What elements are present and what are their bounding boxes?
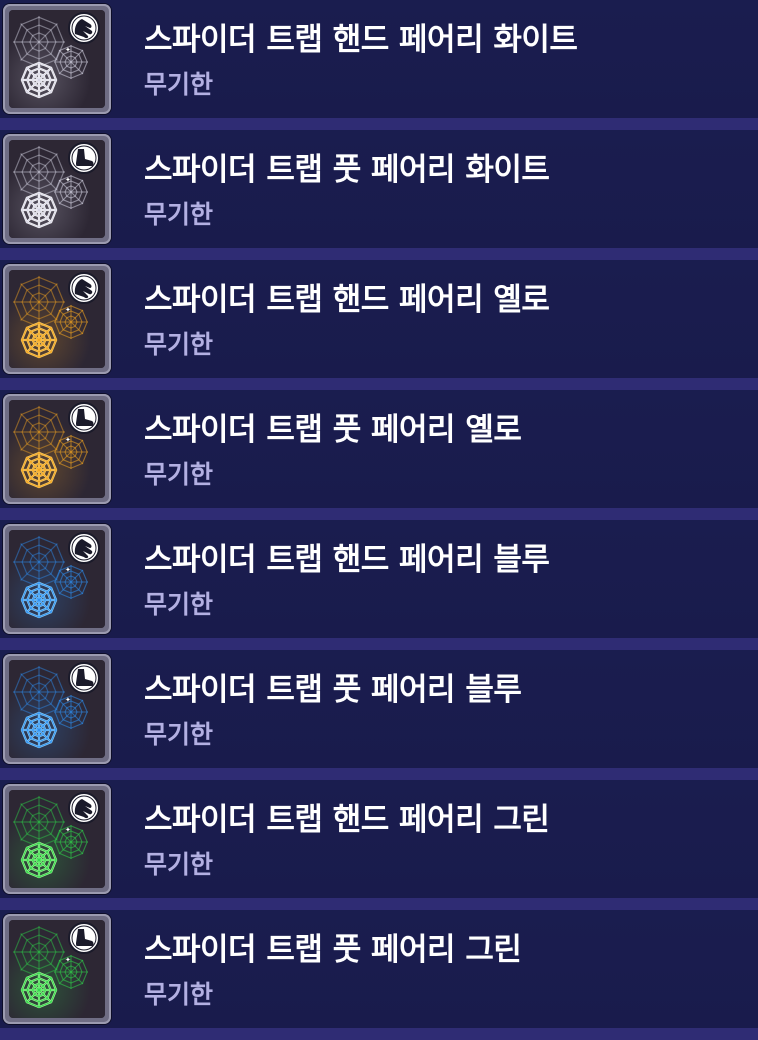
item-duration: 무기한 — [144, 200, 214, 229]
item-name: 스파이더 트랩 핸드 페어리 블루 — [144, 542, 550, 578]
item-icon-frame: ✦ — [3, 264, 111, 374]
item-name: 스파이더 트랩 핸드 페어리 그린 — [144, 802, 550, 838]
item-row[interactable]: ✦ 스파이더 트랩 풋 페어리 블루 무기한 — [0, 650, 758, 780]
item-row[interactable]: ✦ 스파이더 트랩 핸드 페어리 그린 무기한 — [0, 780, 758, 910]
svg-text:✦: ✦ — [65, 826, 71, 834]
item-duration: 무기한 — [144, 330, 214, 359]
spider-web-foot-icon: ✦ — [9, 660, 105, 758]
spider-web-foot-icon: ✦ — [9, 920, 105, 1018]
item-icon-frame: ✦ — [3, 784, 111, 894]
spider-web-hand-icon: ✦ — [9, 530, 105, 628]
svg-text:✦: ✦ — [65, 696, 71, 704]
item-row[interactable]: ✦ 스파이더 트랩 핸드 페어리 옐로 무기한 — [0, 260, 758, 390]
svg-text:✦: ✦ — [65, 306, 71, 314]
spider-web-foot-icon: ✦ — [9, 140, 105, 238]
item-name: 스파이더 트랩 핸드 페어리 옐로 — [144, 282, 550, 318]
item-duration: 무기한 — [144, 850, 214, 879]
item-name: 스파이더 트랩 풋 페어리 그린 — [144, 932, 522, 968]
svg-text:✦: ✦ — [65, 176, 71, 184]
item-list: ✦ 스파이더 트랩 핸드 페어리 화이트 무기한 ✦ 스파이더 트랩 풋 페어리… — [0, 0, 758, 1040]
item-icon-frame: ✦ — [3, 134, 111, 244]
item-duration: 무기한 — [144, 70, 214, 99]
item-row[interactable]: ✦ 스파이더 트랩 풋 페어리 그린 무기한 — [0, 910, 758, 1040]
spider-web-hand-icon: ✦ — [9, 790, 105, 888]
item-row[interactable]: ✦ 스파이더 트랩 핸드 페어리 블루 무기한 — [0, 520, 758, 650]
spider-web-foot-icon: ✦ — [9, 400, 105, 498]
item-row[interactable]: ✦ 스파이더 트랩 핸드 페어리 화이트 무기한 — [0, 0, 758, 130]
item-row[interactable]: ✦ 스파이더 트랩 풋 페어리 화이트 무기한 — [0, 130, 758, 260]
svg-text:✦: ✦ — [65, 436, 71, 444]
item-name: 스파이더 트랩 풋 페어리 블루 — [144, 672, 522, 708]
item-duration: 무기한 — [144, 720, 214, 749]
item-icon-frame: ✦ — [3, 394, 111, 504]
item-duration: 무기한 — [144, 980, 214, 1009]
item-icon-frame: ✦ — [3, 654, 111, 764]
item-icon-frame: ✦ — [3, 4, 111, 114]
svg-text:✦: ✦ — [65, 566, 71, 574]
svg-text:✦: ✦ — [65, 956, 71, 964]
item-name: 스파이더 트랩 풋 페어리 옐로 — [144, 412, 522, 448]
item-row[interactable]: ✦ 스파이더 트랩 풋 페어리 옐로 무기한 — [0, 390, 758, 520]
item-name: 스파이더 트랩 핸드 페어리 화이트 — [144, 22, 578, 58]
item-icon-frame: ✦ — [3, 524, 111, 634]
spider-web-hand-icon: ✦ — [9, 10, 105, 108]
item-duration: 무기한 — [144, 460, 214, 489]
item-icon-frame: ✦ — [3, 914, 111, 1024]
svg-text:✦: ✦ — [65, 46, 71, 54]
item-name: 스파이더 트랩 풋 페어리 화이트 — [144, 152, 550, 188]
spider-web-hand-icon: ✦ — [9, 270, 105, 368]
item-duration: 무기한 — [144, 590, 214, 619]
